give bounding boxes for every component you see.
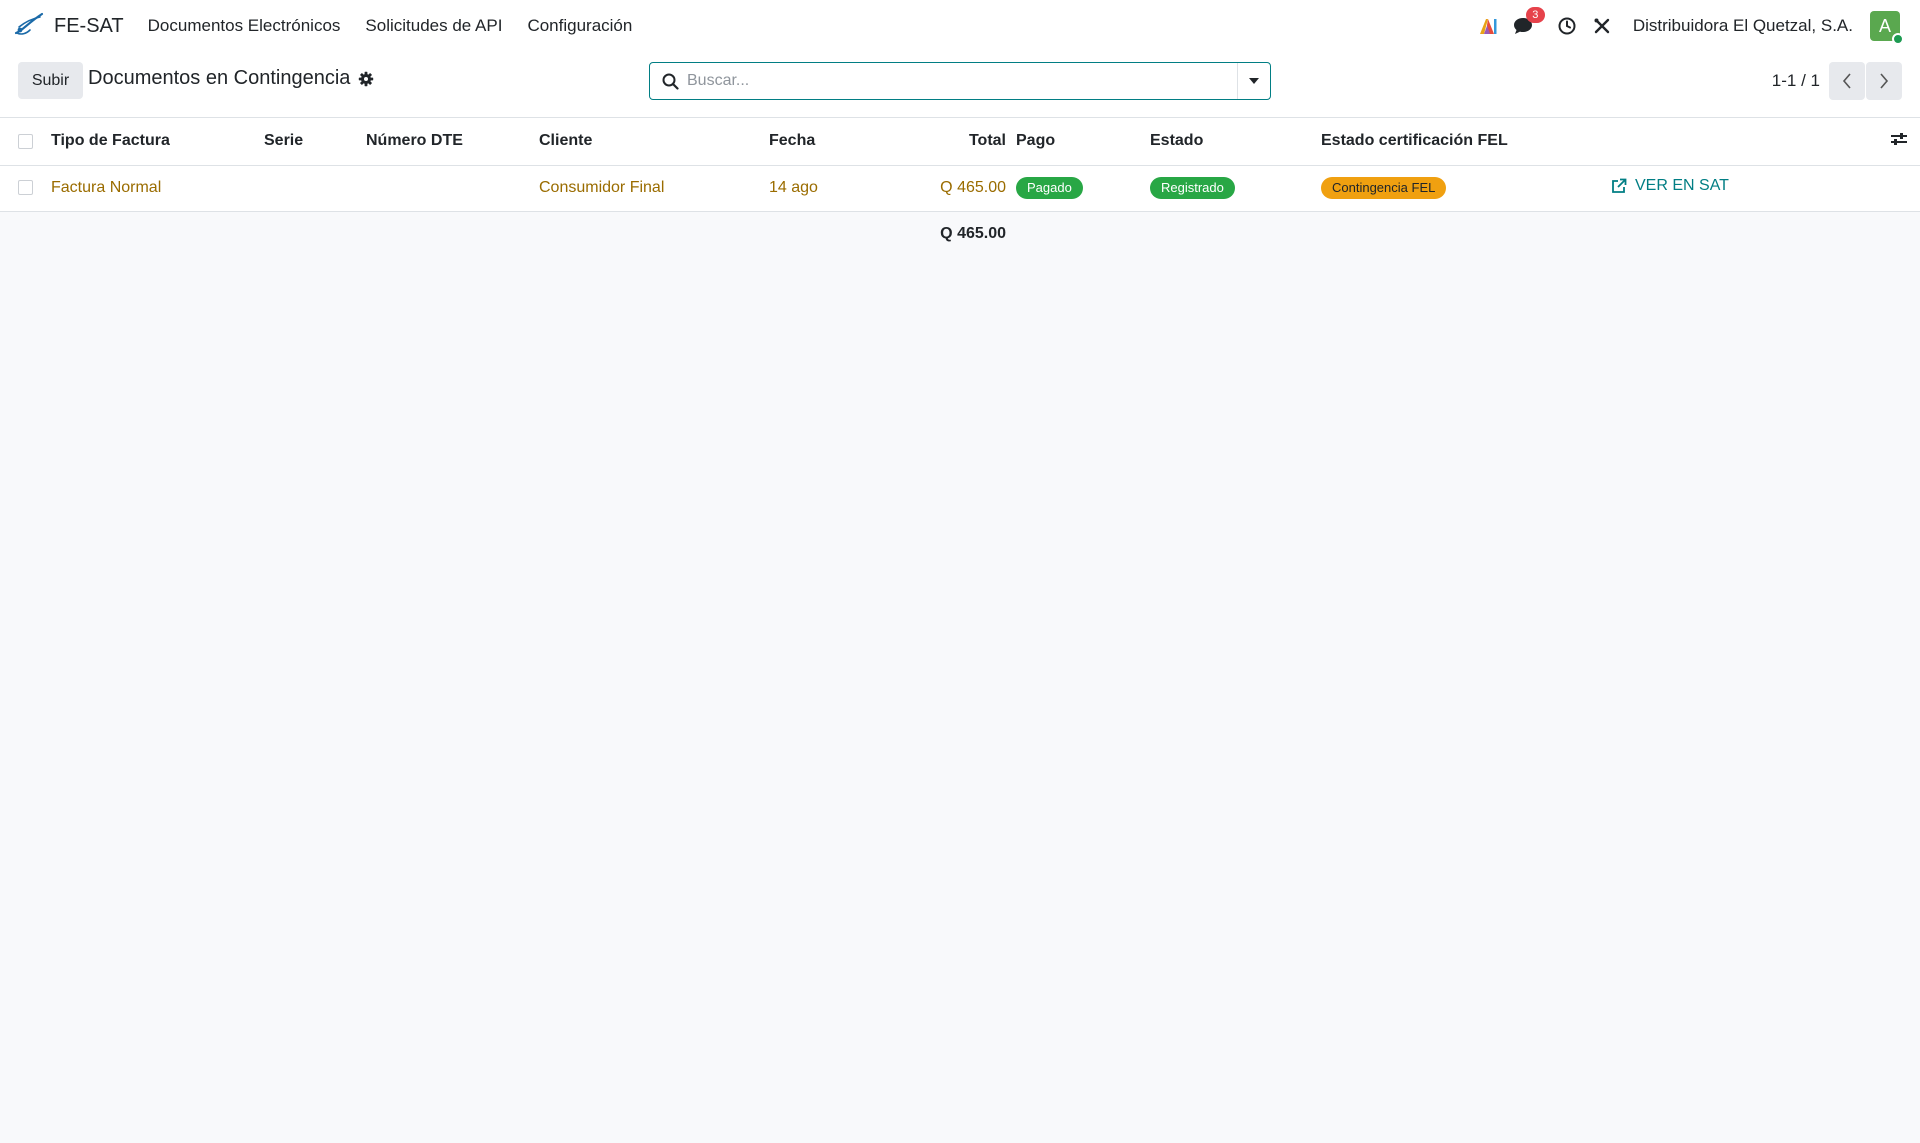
row-checkbox[interactable] bbox=[18, 180, 33, 196]
systray: 3 Distribuidora El Quetzal, S.A. A bbox=[1464, 0, 1904, 52]
app-logo-icon bbox=[14, 11, 44, 42]
cell-fecha: 14 ago bbox=[769, 165, 889, 212]
fel-status-badge: Contingencia FEL bbox=[1321, 177, 1447, 199]
footer-spacer-right bbox=[1016, 211, 1920, 257]
cell-total: Q 465.00 bbox=[889, 165, 1016, 212]
cell-cliente[interactable]: Consumidor Final bbox=[539, 165, 769, 212]
table-footer-row: Q 465.00 bbox=[0, 211, 1920, 257]
tipo-value: Factura Normal bbox=[51, 179, 162, 196]
page-title: Documentos en Contingencia bbox=[88, 67, 374, 90]
optional-columns-cell bbox=[1641, 118, 1920, 166]
table-header-row: Tipo de Factura Serie Número DTE Cliente… bbox=[0, 118, 1920, 166]
total-value: Q 465.00 bbox=[940, 179, 1006, 196]
control-panel: Subir Documentos en Contingencia Buscar.… bbox=[0, 52, 1920, 118]
pager-next-button[interactable] bbox=[1866, 62, 1902, 100]
menu-item-configuracion[interactable]: Configuración bbox=[527, 16, 632, 36]
search-bar bbox=[649, 62, 1271, 100]
online-status-icon bbox=[1892, 33, 1904, 45]
state-badge: Registrado bbox=[1150, 177, 1235, 199]
column-header-fecha[interactable]: Fecha bbox=[769, 118, 889, 166]
upload-button[interactable]: Subir bbox=[18, 62, 83, 99]
column-header-tipo[interactable]: Tipo de Factura bbox=[51, 118, 264, 166]
table-row[interactable]: Factura Normal Consumidor Final 14 ago Q… bbox=[0, 165, 1920, 212]
cell-estado: Registrado bbox=[1150, 165, 1321, 212]
footer-total: Q 465.00 bbox=[940, 225, 1006, 243]
column-header-numero[interactable]: Número DTE bbox=[366, 118, 539, 166]
activity-clock-icon[interactable] bbox=[1556, 15, 1578, 37]
app-name: FE-SAT bbox=[54, 14, 124, 37]
select-all-checkbox[interactable] bbox=[18, 133, 33, 149]
debug-tools-icon[interactable] bbox=[1591, 15, 1613, 37]
user-avatar[interactable]: A bbox=[1870, 11, 1904, 45]
row-select-cell bbox=[0, 165, 51, 212]
column-header-estado-fel[interactable]: Estado certificación FEL bbox=[1321, 118, 1641, 166]
menu-item-documentos[interactable]: Documentos Electrónicos bbox=[148, 16, 341, 36]
cliente-value: Consumidor Final bbox=[539, 179, 665, 196]
chevron-right-icon bbox=[1880, 73, 1889, 89]
column-header-total[interactable]: Total bbox=[889, 118, 1016, 166]
ai-assistant-icon[interactable] bbox=[1477, 15, 1499, 37]
payment-status-badge: Pagado bbox=[1016, 177, 1083, 199]
search-input[interactable] bbox=[687, 63, 1237, 99]
cell-estado-fel: Contingencia FEL bbox=[1321, 165, 1641, 212]
pager-value[interactable]: 1-1 / 1 bbox=[1772, 71, 1820, 91]
column-header-cliente[interactable]: Cliente bbox=[539, 118, 769, 166]
view-in-sat-link[interactable]: VER EN SAT bbox=[1611, 177, 1729, 195]
top-navbar: FE-SAT Documentos Electrónicos Solicitud… bbox=[0, 0, 1920, 52]
column-header-pago[interactable]: Pago bbox=[1016, 118, 1150, 166]
cell-action: VER EN SAT bbox=[1612, 165, 1920, 212]
cell-pago: Pagado bbox=[1016, 165, 1150, 212]
column-settings-icon[interactable] bbox=[1890, 131, 1908, 147]
page-title-text: Documentos en Contingencia bbox=[88, 67, 351, 89]
avatar-letter: A bbox=[1878, 15, 1891, 36]
gear-icon[interactable] bbox=[358, 71, 374, 87]
company-switcher[interactable]: Distribuidora El Quetzal, S.A. bbox=[1633, 16, 1853, 36]
chat-icon[interactable]: 3 bbox=[1512, 7, 1545, 37]
chevron-left-icon bbox=[1842, 73, 1851, 89]
chat-count-badge: 3 bbox=[1525, 7, 1545, 23]
column-header-serie[interactable]: Serie bbox=[264, 118, 366, 166]
column-header-estado[interactable]: Estado bbox=[1150, 118, 1321, 166]
footer-spacer bbox=[0, 211, 889, 257]
search-options-toggle[interactable] bbox=[1237, 63, 1270, 99]
cell-numero bbox=[366, 165, 539, 212]
external-link-icon bbox=[1612, 178, 1627, 193]
caret-down-icon bbox=[1249, 78, 1259, 84]
app-brand[interactable]: FE-SAT bbox=[14, 11, 124, 42]
pager-previous-button[interactable] bbox=[1829, 62, 1865, 100]
search-icon bbox=[662, 73, 679, 90]
menu-item-solicitudes[interactable]: Solicitudes de API bbox=[365, 16, 502, 36]
select-all-cell bbox=[0, 118, 51, 166]
view-in-sat-label: VER EN SAT bbox=[1635, 177, 1729, 194]
cell-serie bbox=[264, 165, 366, 212]
documents-list: Tipo de Factura Serie Número DTE Cliente… bbox=[0, 118, 1920, 257]
fecha-value: 14 ago bbox=[769, 179, 818, 196]
cell-tipo[interactable]: Factura Normal bbox=[51, 165, 264, 212]
main-menu: Documentos Electrónicos Solicitudes de A… bbox=[148, 16, 658, 36]
